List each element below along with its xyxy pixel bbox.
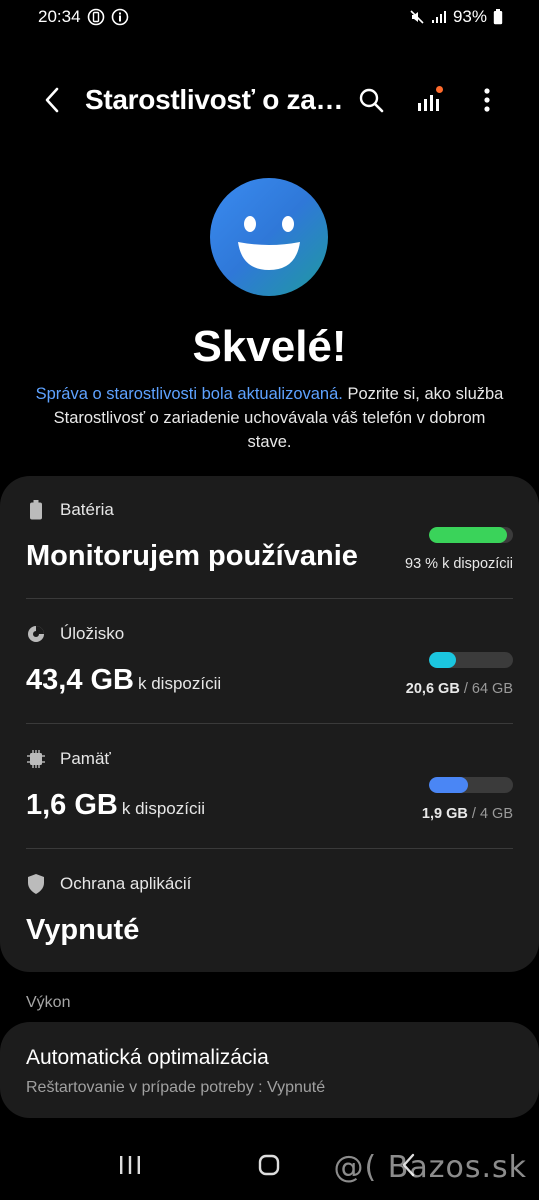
more-icon [484, 88, 490, 112]
battery-caption: 93 % k dispozícii [405, 556, 513, 572]
status-left: 20:34 [38, 7, 129, 27]
battery-icon [493, 9, 503, 25]
diagnostics-button[interactable] [413, 84, 445, 116]
report-link[interactable]: Správa o starostlivosti bola aktualizova… [36, 385, 343, 403]
memory-chip-icon [26, 749, 46, 769]
pie-chart-icon [26, 624, 46, 644]
memory-value-row: 1,6 GB k dispozícii [26, 789, 376, 822]
storage-value-row: 43,4 GB k dispozícii [26, 664, 376, 697]
memory-bar-fill [429, 777, 469, 793]
data-saver-icon [87, 8, 105, 26]
smiley-face-icon [210, 178, 328, 296]
divider [26, 848, 513, 849]
memory-header: Pamäť [26, 749, 513, 769]
app-protection-section[interactable]: Ochrana aplikácií Vypnuté [26, 874, 513, 954]
storage-section[interactable]: Úložisko 43,4 GB k dispozícii 20,6 GB / … [26, 624, 513, 724]
back-button[interactable] [34, 82, 70, 118]
performance-header: Výkon [26, 994, 71, 1011]
memory-unit: k dispozícii [121, 799, 206, 818]
watermark: @( Bazos.sk [333, 1150, 527, 1185]
memory-section[interactable]: Pamäť 1,6 GB k dispozícii 1,9 GB / 4 GB [26, 749, 513, 849]
status-title: Skvelé! [192, 322, 347, 371]
recents-button[interactable] [110, 1145, 150, 1185]
battery-bar-fill [429, 527, 508, 543]
battery-percent: 93% [452, 7, 487, 26]
status-time: 20:34 [38, 7, 81, 26]
search-button[interactable] [355, 84, 387, 116]
memory-used: 1,9 GB [421, 806, 468, 822]
divider [26, 723, 513, 724]
battery-icon [26, 500, 46, 520]
storage-header: Úložisko [26, 624, 513, 644]
recents-icon [119, 1156, 140, 1174]
app-protection-label: Ochrana aplikácií [60, 874, 192, 893]
back-icon [45, 87, 59, 113]
storage-bar [429, 652, 513, 668]
device-care-card: Batéria Monitorujem používanie 93 % k di… [0, 476, 539, 972]
home-button[interactable] [249, 1145, 289, 1185]
app-protection-value-row: Vypnuté [26, 914, 376, 947]
shield-icon [26, 874, 46, 894]
auto-optimization-subtitle: Reštartovanie v prípade potreby : Vypnut… [26, 1079, 326, 1096]
status-description: Správa o starostlivosti bola aktualizova… [30, 382, 509, 454]
home-icon [259, 1154, 280, 1176]
battery-header: Batéria [26, 500, 513, 520]
divider [26, 598, 513, 599]
memory-label: Pamäť [60, 749, 111, 768]
mute-icon [409, 9, 425, 25]
storage-caption: 20,6 GB / 64 GB [405, 681, 513, 697]
battery-label: Batéria [60, 500, 114, 519]
signal-icon [431, 10, 447, 24]
storage-used: 20,6 GB [405, 681, 460, 697]
battery-value-row: Monitorujem používanie [26, 540, 376, 573]
auto-optimization-card[interactable]: Automatická optimalizácia Reštartovanie … [0, 1022, 539, 1118]
page-title: Starostlivosť o zariadenie [85, 84, 350, 115]
storage-label: Úložisko [60, 624, 125, 643]
memory-bar [429, 777, 513, 793]
memory-caption: 1,9 GB / 4 GB [421, 806, 513, 822]
status-bar: 20:34 93% [0, 0, 539, 34]
storage-unit: k dispozícii [138, 674, 222, 693]
search-icon [359, 88, 384, 113]
auto-optimization-title: Automatická optimalizácia [26, 1046, 269, 1069]
memory-value: 1,6 GB [26, 789, 118, 821]
storage-total: 64 GB [471, 681, 513, 697]
app-protection-header: Ochrana aplikácií [26, 874, 513, 894]
battery-value: Monitorujem používanie [26, 540, 358, 572]
app-protection-value: Vypnuté [26, 914, 140, 946]
more-options-button[interactable] [471, 84, 503, 116]
notification-dot [436, 86, 443, 93]
battery-section[interactable]: Batéria Monitorujem používanie 93 % k di… [26, 500, 513, 600]
status-right: 93% [409, 7, 503, 27]
app-bar: Starostlivosť o zariadenie [0, 70, 539, 130]
info-icon [111, 8, 129, 26]
app-actions [355, 84, 503, 116]
battery-bar [429, 527, 513, 543]
storage-value: 43,4 GB [26, 664, 134, 696]
storage-bar-fill [429, 652, 456, 668]
memory-total: 4 GB [479, 806, 513, 822]
